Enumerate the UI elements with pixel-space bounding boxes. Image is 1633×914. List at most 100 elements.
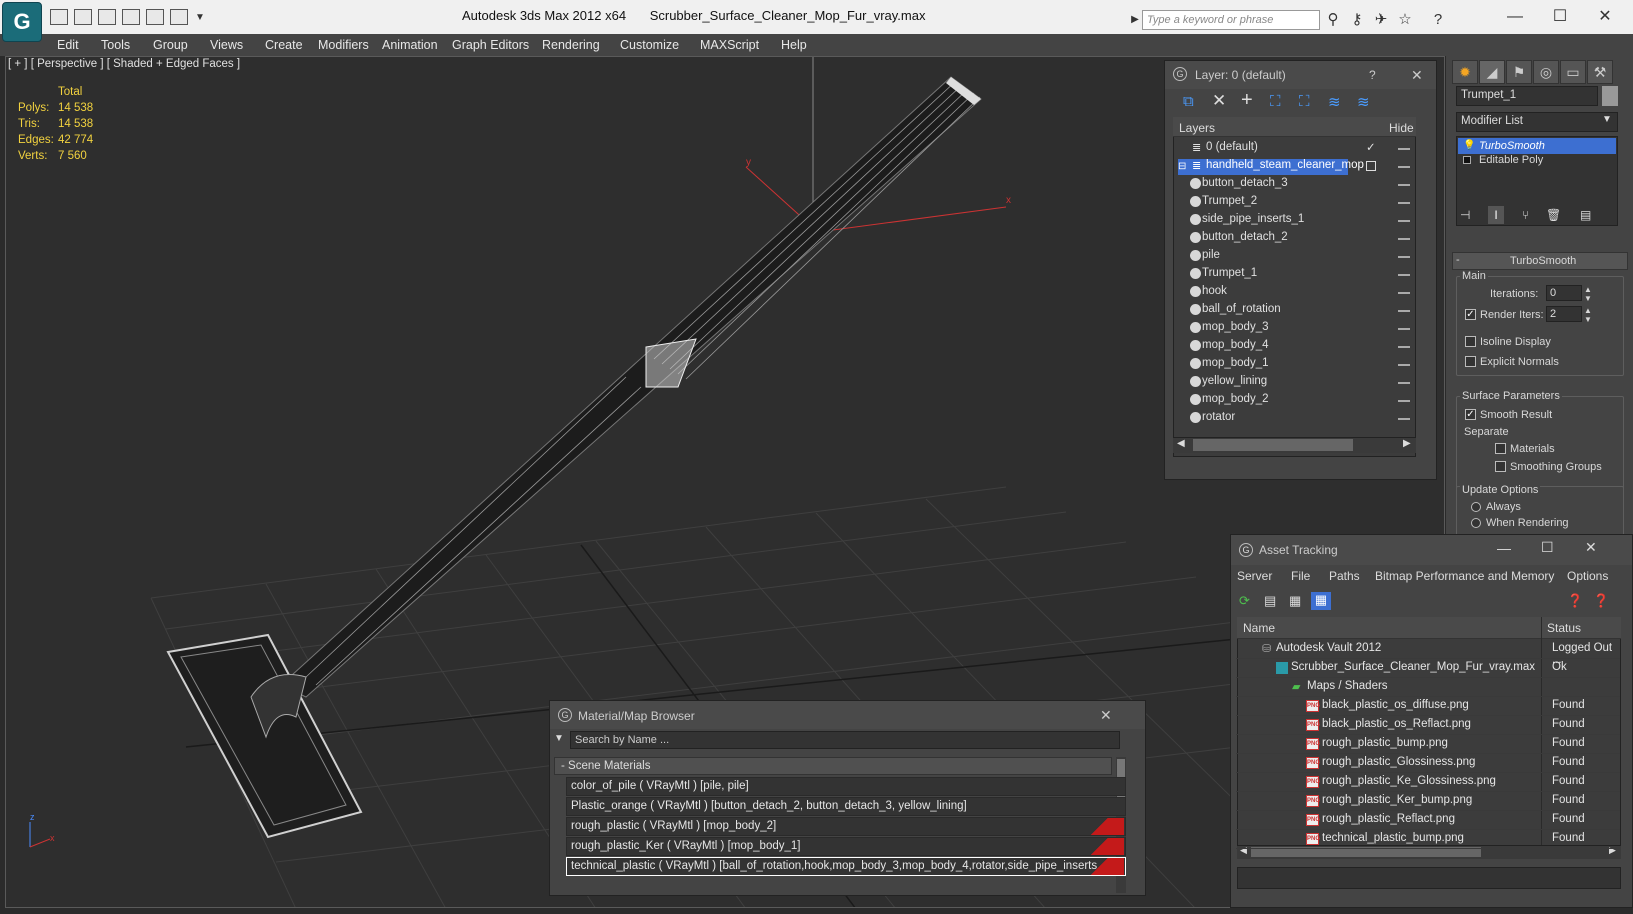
expand-plus-icon[interactable]	[1463, 156, 1471, 164]
key-icon[interactable]: ⚷	[1347, 10, 1367, 30]
layer-object-row[interactable]: side_pipe_inserts_1	[1172, 211, 1417, 229]
hide-toggle[interactable]	[1398, 256, 1410, 258]
layer-dialog-titlebar[interactable]: G Layer: 0 (default) ? ✕	[1165, 61, 1436, 89]
menu-modifiers[interactable]: Modifiers	[318, 38, 369, 52]
make-unique-icon[interactable]: ⑂	[1522, 208, 1529, 222]
spinner-arrows-icon[interactable]: ▲ ▼	[1584, 306, 1592, 324]
asset-row[interactable]: PNG rough_plastic_Ke_Glossiness.png Found	[1236, 773, 1620, 792]
asset-row[interactable]: PNG technical_plastic_bump.png Found	[1236, 830, 1620, 849]
hide-toggle[interactable]	[1398, 202, 1410, 204]
col-hide-header[interactable]: Hide	[1389, 121, 1414, 135]
isoline-display-checkbox[interactable]	[1465, 336, 1476, 347]
create-layer-icon[interactable]: ⧉	[1183, 93, 1194, 110]
separate-materials-checkbox[interactable]	[1495, 443, 1506, 454]
spinner-arrows-icon[interactable]: ▲ ▼	[1584, 285, 1592, 303]
layer-object-row[interactable]: Trumpet_1	[1172, 265, 1417, 283]
layer-object-row[interactable]: ball_of_rotation	[1172, 301, 1417, 319]
help-icon[interactable]: ?	[1428, 10, 1448, 30]
menu-bitmap-performance[interactable]: Bitmap Performance and Memory	[1375, 569, 1554, 583]
freeze-all-layers-icon[interactable]: ≋	[1357, 93, 1370, 111]
asset-row[interactable]: ⛁ Autodesk Vault 2012 Logged Out ...	[1236, 640, 1620, 666]
scroll-right-icon[interactable]: ▶	[1403, 438, 1411, 449]
asset-row[interactable]: PNG rough_plastic_Ker_bump.png Found	[1236, 792, 1620, 811]
close-icon[interactable]: ✕	[1590, 6, 1620, 28]
minimize-icon[interactable]: —	[1497, 540, 1511, 556]
redo-icon[interactable]	[170, 9, 188, 25]
asset-row[interactable]: PNG black_plastic_os_Reflact.png Found	[1236, 716, 1620, 735]
mop-handle[interactable]	[280, 76, 982, 698]
hide-toggle[interactable]	[1398, 382, 1410, 384]
material-row[interactable]: color_of_pile ( VRayMtl ) [pile, pile]	[566, 777, 1126, 796]
details-view-icon[interactable]: ▦	[1289, 593, 1301, 609]
hide-toggle[interactable]	[1398, 220, 1410, 222]
menu-graph-editors[interactable]: Graph Editors	[452, 38, 529, 52]
undo-icon[interactable]	[146, 9, 164, 25]
list-view-icon[interactable]: ▤	[1264, 593, 1276, 609]
motion-tab-icon[interactable]: ◎	[1533, 60, 1559, 84]
hide-toggle[interactable]	[1398, 418, 1410, 420]
select-objects-icon[interactable]: ⛶	[1270, 93, 1281, 110]
asset-row[interactable]: PNG rough_plastic_Reflact.png Found	[1236, 811, 1620, 830]
settings-help-icon[interactable]: ❓	[1593, 593, 1609, 609]
asset-row[interactable]: PNG black_plastic_os_diffuse.png Found	[1236, 697, 1620, 716]
open-file-icon[interactable]	[50, 9, 68, 25]
asset-path-field[interactable]	[1237, 867, 1621, 889]
menu-tools[interactable]: Tools	[101, 38, 130, 52]
col-name-header[interactable]: Name	[1243, 621, 1275, 635]
menu-create[interactable]: Create	[265, 38, 303, 52]
menu-paths[interactable]: Paths	[1329, 569, 1360, 583]
rollout-minus-icon[interactable]: -	[1456, 254, 1460, 266]
hide-toggle[interactable]	[1398, 328, 1410, 330]
binoculars-icon[interactable]: ⚲	[1323, 10, 1343, 30]
asset-row[interactable]: PNG rough_plastic_bump.png Found	[1236, 735, 1620, 754]
configure-modifier-sets-icon[interactable]: ▤	[1580, 208, 1591, 222]
scrollbar-thumb[interactable]	[1193, 439, 1353, 451]
modifier-list-dropdown[interactable]: Modifier List	[1456, 112, 1618, 132]
render-iters-spinner[interactable]: 2	[1546, 306, 1582, 322]
asset-row[interactable]: PNG rough_plastic_Glossiness.png Found	[1236, 754, 1620, 773]
highlight-layer-icon[interactable]: ⛶	[1299, 93, 1310, 110]
add-to-layer-icon[interactable]: +	[1241, 89, 1253, 112]
display-tab-icon[interactable]: ▭	[1560, 60, 1586, 84]
explicit-normals-checkbox[interactable]	[1465, 356, 1476, 367]
keyword-search-input[interactable]: Type a keyword or phrase	[1142, 10, 1320, 30]
lightbulb-icon[interactable]: 💡	[1463, 140, 1475, 151]
hide-toggle[interactable]	[1398, 400, 1410, 402]
layer-object-row[interactable]: pile	[1172, 247, 1417, 265]
menu-help[interactable]: Help	[781, 38, 807, 52]
layer-object-row[interactable]: mop_body_2	[1172, 391, 1417, 409]
update-when-rendering-radio[interactable]	[1471, 518, 1481, 528]
layer-object-row[interactable]: Trumpet_2	[1172, 193, 1417, 211]
hide-toggle[interactable]	[1398, 184, 1410, 186]
material-row-selected[interactable]: technical_plastic ( VRayMtl ) [ball_of_r…	[566, 857, 1126, 876]
menu-group[interactable]: Group	[153, 38, 188, 52]
hide-toggle[interactable]	[1398, 148, 1410, 150]
layer-object-row[interactable]: mop_body_1	[1172, 355, 1417, 373]
active-layer-check-icon[interactable]: ✓	[1366, 140, 1376, 154]
close-icon[interactable]: ✕	[1411, 67, 1423, 84]
hierarchy-tab-icon[interactable]: ⚑	[1506, 60, 1532, 84]
layer-object-row[interactable]: button_detach_3	[1172, 175, 1417, 193]
scene-materials-section[interactable]: - Scene Materials	[554, 757, 1112, 775]
object-color-swatch[interactable]	[1602, 86, 1618, 106]
material-search-input[interactable]: Search by Name ...	[570, 731, 1120, 749]
options-dropdown-icon[interactable]: ▼	[554, 733, 564, 744]
app-logo-icon[interactable]: G	[2, 2, 42, 42]
refresh-icon[interactable]: ⟳	[1239, 593, 1250, 609]
collapse-minus-icon[interactable]: ⊟	[1178, 161, 1186, 172]
hide-toggle[interactable]	[1398, 346, 1410, 348]
menu-maxscript[interactable]: MAXScript	[700, 38, 759, 52]
new-file-icon[interactable]	[98, 9, 116, 25]
hide-toggle[interactable]	[1398, 238, 1410, 240]
table-view-icon[interactable]: ▦	[1311, 592, 1331, 610]
stack-turbosmooth-label[interactable]: TurboSmooth	[1479, 140, 1545, 152]
show-end-result-icon[interactable]: I	[1488, 206, 1504, 224]
menu-options[interactable]: Options	[1567, 569, 1608, 583]
layer-row-selected[interactable]: ⊟ ≣ handheld_steam_cleaner_mop	[1172, 157, 1417, 175]
menu-server[interactable]: Server	[1237, 569, 1272, 583]
vault-help-icon[interactable]: ❓	[1567, 593, 1583, 609]
menu-rendering[interactable]: Rendering	[542, 38, 600, 52]
pin-stack-icon[interactable]: ⊣	[1460, 208, 1470, 222]
hide-all-layers-icon[interactable]: ≋	[1328, 93, 1341, 111]
material-row[interactable]: Plastic_orange ( VRayMtl ) [button_detac…	[566, 797, 1126, 816]
